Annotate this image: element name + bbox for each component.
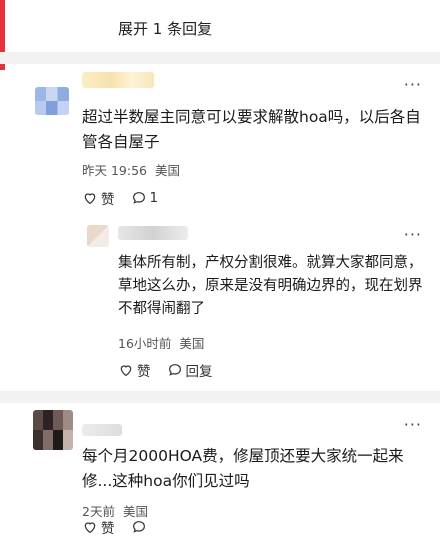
comment-meta: 16小时前 美国 xyxy=(118,333,208,352)
comment-time: 昨天 19:56 xyxy=(82,163,147,178)
comment-text: 集体所有制，产权分割很难。就算大家都同意，草地这么办，原来是没有明确边界的，现在… xyxy=(118,255,423,317)
comment-bubble-icon xyxy=(168,364,181,376)
heart-icon xyxy=(84,522,96,534)
like-button[interactable]: 赞 xyxy=(118,360,151,380)
like-label: 赞 xyxy=(101,192,115,208)
comment-meta: 昨天 19:56 美国 xyxy=(82,160,184,179)
reply-button[interactable] xyxy=(131,519,150,535)
comment-bubble-icon xyxy=(132,521,145,533)
comment-text: 超过半数屋主同意可以要求解散hoa吗，以后各自管各自屋子 xyxy=(82,108,421,151)
reply-button[interactable]: 1 xyxy=(131,190,159,206)
comment-location: 美国 xyxy=(179,336,205,351)
section-divider xyxy=(0,391,440,403)
avatar[interactable] xyxy=(35,87,69,115)
reply-label: 回复 xyxy=(185,364,213,380)
comment-location: 美国 xyxy=(154,163,180,178)
username-blurred[interactable] xyxy=(82,72,154,88)
comment-actions: 赞 1 xyxy=(82,188,174,208)
more-icon[interactable]: ··· xyxy=(404,227,422,243)
reply-count: 1 xyxy=(149,190,159,206)
comment-actions: 赞 回复 xyxy=(118,360,229,380)
comment-actions: 赞 xyxy=(82,517,166,537)
like-label: 赞 xyxy=(137,364,151,380)
reply-button[interactable]: 回复 xyxy=(167,360,213,380)
comment-text: 每个月2000HOA费，修屋顶还要大家统一起来修...这种hoa你们见过吗 xyxy=(82,447,404,490)
like-label: 赞 xyxy=(101,521,115,537)
like-button[interactable]: 赞 xyxy=(82,188,115,208)
username-blurred[interactable] xyxy=(118,226,188,240)
heart-icon xyxy=(84,193,96,205)
comment-bubble-icon xyxy=(132,192,145,204)
section-divider xyxy=(0,52,440,64)
avatar[interactable] xyxy=(33,410,73,450)
heart-icon xyxy=(120,365,132,377)
username-blurred[interactable] xyxy=(82,424,122,436)
like-button[interactable]: 赞 xyxy=(82,517,115,537)
expand-replies-link[interactable]: 展开 1 条回复 xyxy=(118,18,212,39)
avatar[interactable] xyxy=(87,225,109,247)
more-icon[interactable]: ··· xyxy=(404,77,422,93)
comment-time: 16小时前 xyxy=(118,336,172,351)
more-icon[interactable]: ··· xyxy=(404,417,422,433)
